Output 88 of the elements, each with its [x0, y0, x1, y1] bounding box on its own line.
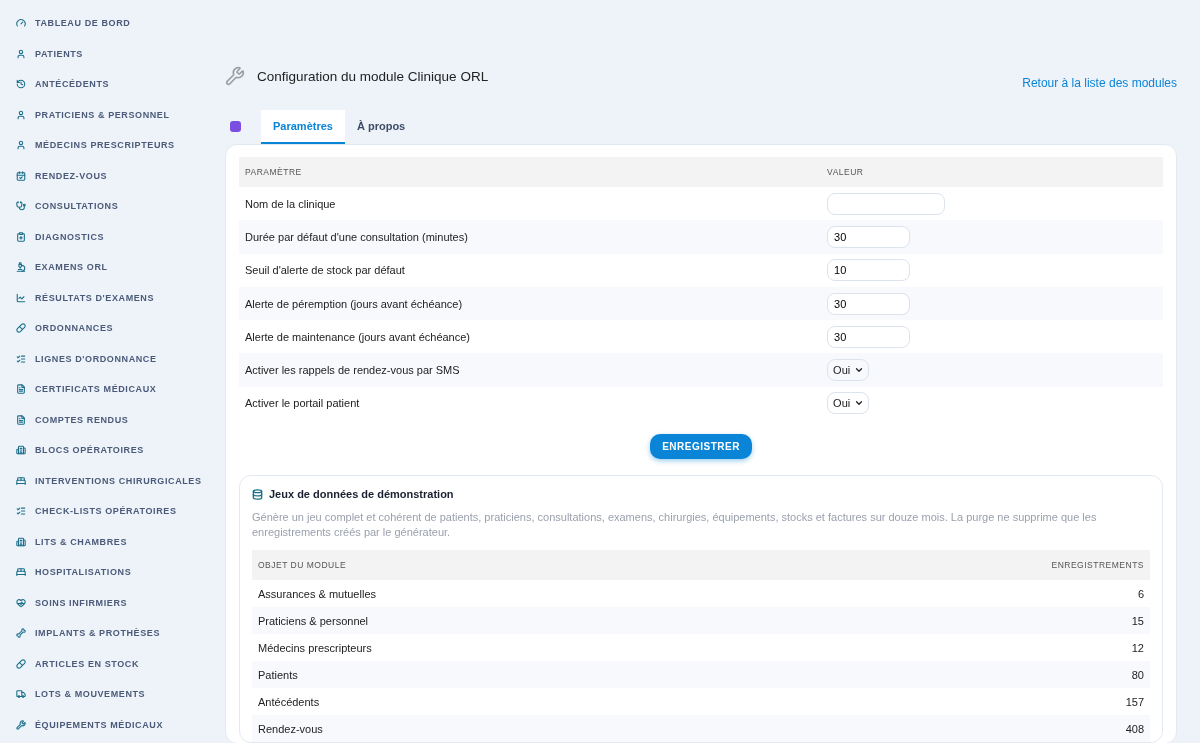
sidebar-item[interactable]: HOSPITALISATIONS: [16, 557, 210, 588]
sidebar-item[interactable]: PRATICIENS & PERSONNEL: [16, 99, 210, 130]
person-icon: [16, 140, 26, 151]
sidebar-item[interactable]: EXAMENS ORL: [16, 252, 210, 283]
line-chart-icon: [16, 292, 26, 303]
database-icon: [252, 488, 263, 500]
tab[interactable]: À propos: [344, 110, 418, 144]
select-field[interactable]: Oui: [827, 392, 870, 415]
sidebar-item[interactable]: CHECK-LISTS OPÉRATOIRES: [16, 496, 210, 527]
sidebar-item[interactable]: INTERVENTIONS CHIRURGICALES: [16, 465, 210, 496]
stethoscope-icon: [16, 201, 26, 212]
setting-label: Alerte de maintenance (jours avant échéance): [239, 320, 822, 354]
setting-label: Seuil d'alerte de stock par défaut: [239, 253, 822, 287]
table-cell: 6: [749, 580, 1150, 608]
setting-label: Activer les rappels de rendez-vous par SMS: [239, 353, 822, 387]
tab[interactable]: Paramètres: [261, 110, 345, 144]
gauge-icon: [16, 18, 26, 29]
checklist-icon: [16, 353, 26, 364]
wrench-icon: [16, 719, 26, 730]
sidebar-item[interactable]: PATIENTS: [16, 38, 210, 69]
microscope-icon: [16, 262, 26, 273]
sidebar-item[interactable]: LITS & CHAMBRES: [16, 526, 210, 557]
table-cell: Praticiens & personnel: [252, 607, 750, 635]
sidebar-item[interactable]: ORDONNANCES: [16, 313, 210, 344]
back-link[interactable]: Retour à la liste des modules: [1022, 76, 1177, 90]
checklist-icon: [16, 506, 26, 517]
sidebar-item[interactable]: BLOCS OPÉRATOIRES: [16, 435, 210, 466]
table-cell: 15: [749, 607, 1150, 635]
sidebar-item[interactable]: ARTICLES EN STOCK: [16, 648, 210, 679]
truck-icon: [16, 689, 26, 700]
select-field[interactable]: Oui: [827, 359, 870, 382]
person-icon: [16, 109, 26, 120]
clipboard-icon: [16, 231, 26, 242]
bed-icon: [16, 567, 26, 578]
person-icon: [16, 48, 26, 59]
sidebar-item[interactable]: LOTS & MOUVEMENTS: [16, 679, 210, 710]
tools-icon: [225, 66, 245, 86]
table-cell: 157: [749, 688, 1150, 716]
column-header: OBJET DU MODULE: [252, 550, 750, 581]
input-field[interactable]: 30: [827, 292, 911, 315]
column-header: VALEUR: [821, 157, 1163, 187]
sidebar-item[interactable]: CONSULTATIONS: [16, 191, 210, 222]
sidebar-item[interactable]: IMPLANTS & PROTHÈSES: [16, 618, 210, 649]
document-icon: [16, 414, 26, 425]
calendar-icon: [16, 170, 26, 181]
bed-icon: [16, 475, 26, 486]
setting-label: Durée par défaut d'une consultation (minutes): [239, 220, 822, 254]
heart-icon: [16, 597, 26, 608]
page-title: Configuration du module Clinique ORL: [257, 68, 489, 84]
sidebar-item[interactable]: RÉSULTATS D'EXAMENS: [16, 282, 210, 313]
table-cell: 408: [749, 715, 1150, 743]
input-field[interactable]: 10: [827, 259, 911, 282]
column-header: PARAMÈTRE: [239, 157, 822, 187]
description: Génère un jeu complet et cohérent de patients, praticiens, consultations, examens, chirurgies, équipements, stocks et factures sur douze mois. La purge ne supprime que les enregistrements créés par le générateur.: [252, 510, 1098, 541]
table-cell: 12: [749, 634, 1150, 662]
setting-label: Nom de la clinique: [239, 187, 822, 221]
bone-icon: [16, 628, 26, 639]
table-cell: Rendez-vous: [252, 715, 750, 743]
save-button[interactable]: ENREGISTRER: [650, 434, 752, 460]
column-header: ENREGISTREMENTS: [749, 550, 1150, 581]
sidebar-item[interactable]: ANTÉCÉDENTS: [16, 69, 210, 100]
building-icon: [16, 445, 26, 456]
table-cell: Assurances & mutuelles: [252, 580, 750, 608]
setting-label: Activer le portail patient: [239, 386, 822, 421]
input-field[interactable]: 30: [827, 225, 911, 248]
sidebar-item[interactable]: DIAGNOSTICS: [16, 221, 210, 252]
history-icon: [16, 79, 26, 90]
pill-icon: [16, 323, 26, 334]
sidebar-item[interactable]: TABLEAU DE BORD: [16, 8, 210, 39]
sidebar-item[interactable]: LIGNES D'ORDONNANCE: [16, 343, 210, 374]
sidebar-item[interactable]: MÉDECINS PRESCRIPTEURS: [16, 130, 210, 161]
table-cell: Médecins prescripteurs: [252, 634, 750, 662]
sidebar-item[interactable]: RENDEZ-VOUS: [16, 160, 210, 191]
sidebar-item[interactable]: CERTIFICATS MÉDICAUX: [16, 374, 210, 405]
table-cell: Patients: [252, 661, 750, 689]
module-icon: [230, 121, 241, 132]
section-title: Jeux de données de démonstration: [269, 488, 454, 501]
sidebar-item[interactable]: SOINS INFIRMIERS: [16, 587, 210, 618]
sidebar-item[interactable]: ÉQUIPEMENTS MÉDICAUX: [16, 709, 210, 740]
input-field[interactable]: 30: [827, 325, 911, 348]
input-field[interactable]: [827, 192, 946, 215]
table-cell: Antécédents: [252, 688, 750, 716]
building-icon: [16, 536, 26, 547]
table-cell: 80: [749, 661, 1150, 689]
setting-label: Alerte de péremption (jours avant échéance): [239, 286, 822, 321]
document-icon: [16, 384, 26, 395]
sidebar-item[interactable]: COMPTES RENDUS: [16, 404, 210, 435]
pill-icon: [16, 658, 26, 669]
